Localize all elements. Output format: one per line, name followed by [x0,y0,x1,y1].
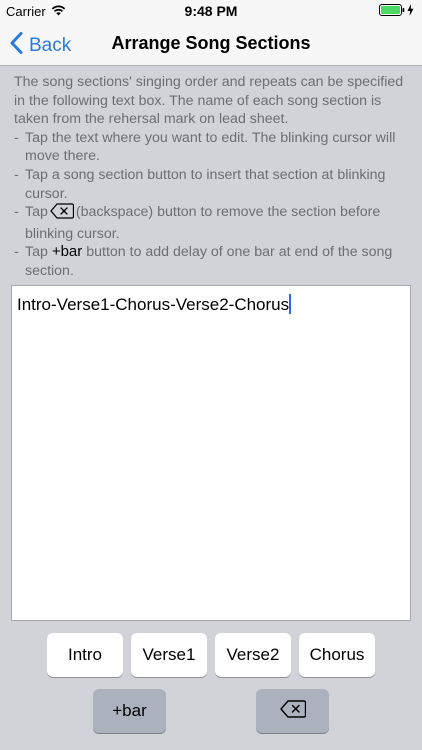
bullet-prefix: Tap [25,244,48,261]
section-button-intro[interactable]: Intro [47,633,123,677]
backspace-icon [279,699,306,723]
text-cursor [289,294,292,314]
status-time: 9:48 PM [184,3,238,19]
instruction-bullet: - Tap a song section button to insert th… [14,166,410,203]
navigation-bar: Back Arrange Song Sections [0,22,422,66]
bullet-dash: - [14,204,19,221]
instructions-intro: The song sections' singing order and rep… [14,74,404,128]
backspace-button[interactable] [256,689,329,733]
charging-bolt-icon [407,4,414,19]
bullet-text: Tap the text where you want to edit. The… [25,129,396,165]
battery-icon [379,4,405,19]
song-order-text-box[interactable]: Intro-Verse1-Chorus-Verse2-Chorus [11,285,411,621]
bullet-text: Tap +bar button to add delay of one bar … [25,243,410,280]
bullet-dash: - [14,129,19,146]
add-bar-button[interactable]: +bar [93,689,166,733]
section-button-chorus[interactable]: Chorus [299,633,375,677]
status-bar: Carrier 9:48 PM [0,0,422,22]
bullet-suffix: (backspace) button to remove the section… [25,204,381,242]
bullet-dash: - [14,244,19,261]
bullet-text: Tap a song section button to insert that… [25,166,386,202]
section-button-verse2[interactable]: Verse2 [215,633,291,677]
backspace-icon [50,203,75,225]
battery-group [379,4,414,19]
instruction-bullet: - Tap (backspace) button to remove the se… [14,203,410,243]
instruction-bullet: - Tap the text where you want to edit. T… [14,129,410,166]
instructions-text: The song sections' singing order and rep… [14,73,410,281]
page-title: Arrange Song Sections [111,33,311,53]
bullet-text: Tap (backspace) button to remove the sect… [25,203,410,243]
add-bar-keyword: +bar [51,243,83,261]
instruction-bullet: - Tap +bar button to add delay of one ba… [14,243,410,280]
song-order-text: Intro-Verse1-Chorus-Verse2-Chorus [17,295,290,314]
section-button-verse1[interactable]: Verse1 [131,633,207,677]
bullet-dash: - [14,166,19,183]
bullet-prefix: Tap [25,204,48,221]
